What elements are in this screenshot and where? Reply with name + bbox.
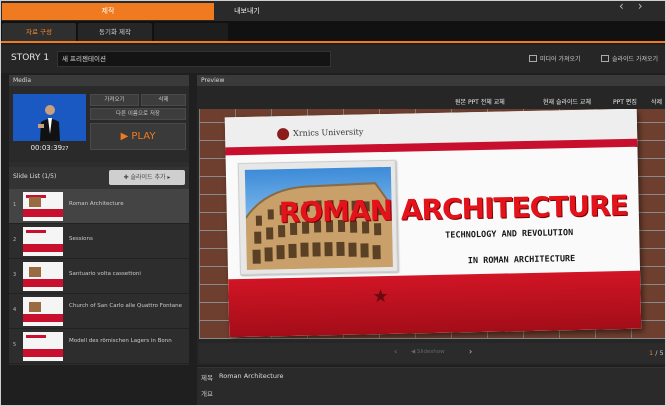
slide-subtitle-2: IN ROMAN ARCHITECTURE [467,254,576,267]
tab-export[interactable]: 내보내기 [214,3,280,20]
slide-list-item[interactable]: 4 Church of San Carlo alle Quattro Fonta… [9,294,189,329]
window-nav-arrows-icon[interactable]: ‹› [619,1,659,13]
app-window: 제작 내보내기 ‹› 자료 구성 동기화 제작 STORY 1 새 프리젠테이션… [0,0,666,406]
video-thumbnail[interactable] [13,94,86,141]
slide-name: Santuario volta cassettoni [69,271,141,277]
slide-list-title: Slide List (1/5) [13,173,57,180]
left-panel: Media 00:03:3927 가져오기 삭제 다른 이름으로 저장 ▶ PL… [9,75,189,365]
top-tab-bar: 제작 내보내기 ‹› [1,1,665,21]
slide-name: Sessions [69,236,93,242]
slide-number: 5 [13,342,17,348]
slide-thumbnail [23,332,63,361]
import-slides-button[interactable]: 슬라이드 가져오기 [601,54,658,63]
slide-preview-stage: Xrnics University ★ ROMAN ARCHITECTURE T… [199,109,665,339]
media-box: 00:03:3927 가져오기 삭제 다른 이름으로 저장 ▶ PLAY [9,86,189,162]
slide-number: 2 [13,237,17,243]
story-title-input[interactable]: 새 프리젠테이션 [57,51,331,67]
media-delete-button[interactable]: 삭제 [141,94,186,106]
media-header: Media [9,75,189,86]
slide-list-item[interactable]: 3 Santuario volta cassettoni [9,259,189,294]
media-import-icon [529,55,537,62]
story-row: STORY 1 새 프리젠테이션 미디어 가져오기 슬라이드 가져오기 [1,45,665,73]
ppt-edit-button[interactable]: PPT 편집 [613,97,637,106]
preview-header: Preview [197,75,665,86]
tab-make[interactable]: 제작 [2,3,214,20]
timecode-main: 00:03:39 [30,144,63,152]
slide-thumbnail [23,192,63,221]
slide-number: 1 [13,202,17,208]
page-total: / 5 [655,349,664,357]
preview-panel: Preview 원본 PPT 전체 교체 현재 슬라이드 교체 PPT 편집 삭… [197,75,665,365]
video-timecode: 00:03:3927 [13,142,86,154]
media-import-button[interactable]: 가져오기 [90,94,139,106]
university-name: Xrnics University [292,127,364,138]
slide-title-field[interactable]: Roman Architecture [219,372,284,380]
import-slides-label: 슬라이드 가져오기 [612,56,659,63]
tab-disabled [154,23,228,41]
slide-name: Roman Architecture [69,201,124,207]
slideshow-label: ◀ Slideshow [411,349,445,355]
presenter-image [38,105,60,141]
slide-list-header: Slide List (1/5) ✚ 슬라이드 추가 ▸ [9,167,189,189]
add-slide-button[interactable]: ✚ 슬라이드 추가 ▸ [109,170,185,185]
delete-slide-button[interactable]: 삭제 [651,97,662,106]
slides-import-icon [601,55,609,62]
slide-subtitle-1: TECHNOLOGY AND REVOLUTION [445,228,574,241]
slide-thumbnail [23,297,63,326]
next-slide-icon[interactable]: › [469,347,472,356]
slide-list: 1 Roman Architecture 2 Sessions 3 Santua… [9,189,189,364]
slide-thumbnail [23,227,63,256]
slide-number: 3 [13,272,17,278]
play-button[interactable]: ▶ PLAY [90,123,186,150]
story-label: STORY 1 [11,53,50,63]
star-icon: ★ [372,285,389,308]
title-label: 제목 [201,374,213,382]
slide-info-panel: 제목 Roman Architecture 개요 [197,367,665,405]
slide-name: Modell des römischen Lagers in Bonn [69,338,172,344]
slide-list-item[interactable]: 5 Modell des römischen Lagers in Bonn [9,329,189,364]
slide-footer-band [228,270,642,338]
slide-thumbnail [23,262,63,291]
slide-list-item[interactable]: 2 Sessions [9,224,189,259]
slide-title: ROMAN ARCHITECTURE [278,188,629,230]
slide-list-item[interactable]: 1 Roman Architecture [9,189,189,224]
import-media-label: 미디어 가져오기 [540,56,581,63]
tab-material[interactable]: 자료 구성 [2,23,76,41]
replace-original-ppt-button[interactable]: 원본 PPT 전체 교체 [455,97,505,106]
sub-tab-bar: 자료 구성 동기화 제작 [1,21,665,43]
save-as-button[interactable]: 다른 이름으로 저장 [90,108,186,120]
import-media-button[interactable]: 미디어 가져오기 [529,54,581,63]
page-indicator: 1 / 5 [649,349,664,357]
tab-sync[interactable]: 동기화 제작 [78,23,152,41]
replace-current-slide-button[interactable]: 현재 슬라이드 교체 [543,97,591,106]
page-current: 1 [649,349,654,357]
slide-name: Church of San Carlo alle Quattro Fontane [69,303,182,309]
timecode-frames: 27 [62,146,69,152]
preview-navigation: ‹ ◀ Slideshow › 1 / 5 [199,343,665,363]
slide-number: 4 [13,307,17,313]
slide-preview: Xrnics University ★ ROMAN ARCHITECTURE T… [224,109,642,338]
description-label: 개요 [201,390,213,398]
prev-slide-icon[interactable]: ‹ [394,347,397,356]
